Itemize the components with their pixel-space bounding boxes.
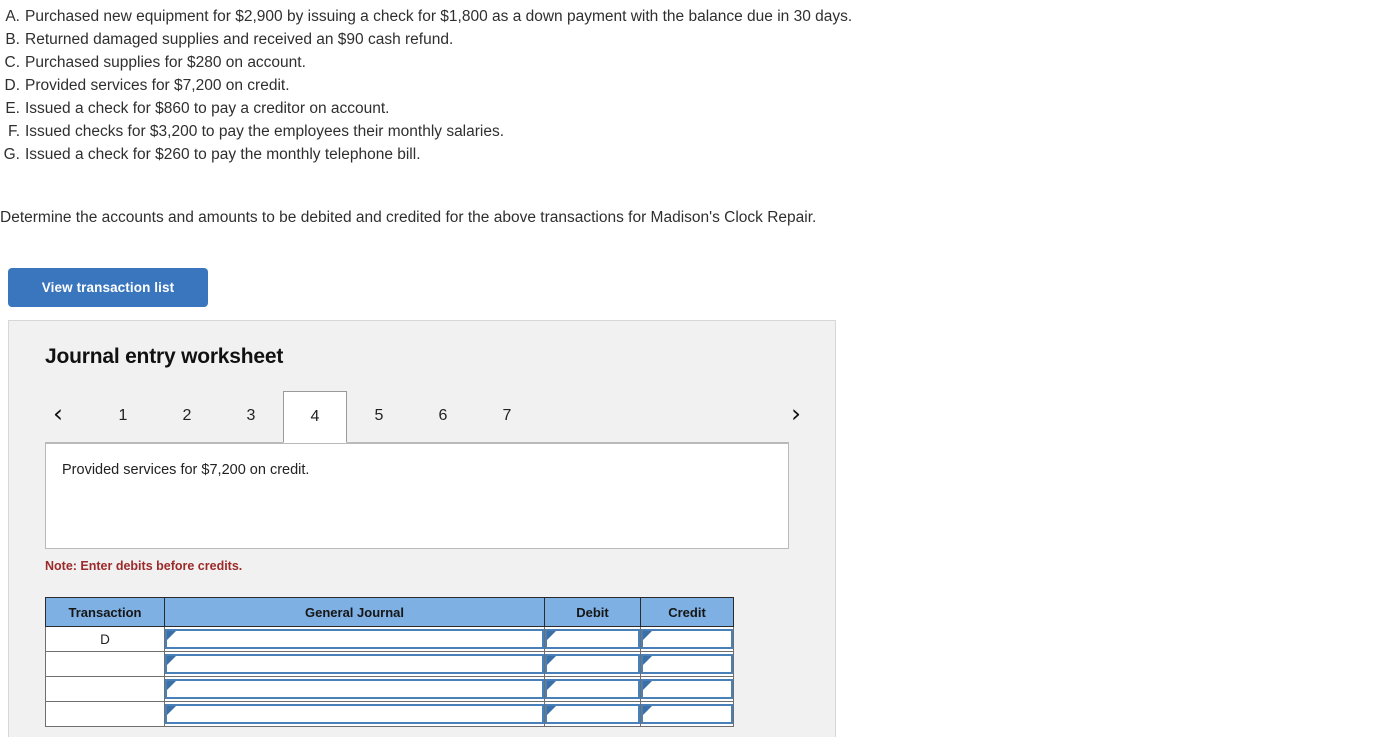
transaction-item: B. Returned damaged supplies and receive… [0,28,1200,51]
cell-debit [544,626,641,652]
dropdown-flag-icon [643,681,652,690]
debits-before-credits-note: Note: Enter debits before credits. [45,559,243,573]
dropdown-flag-icon [167,631,176,640]
credit-input[interactable] [641,679,733,699]
transaction-letter: B. [5,31,20,48]
dropdown-flag-icon [547,681,556,690]
debit-input[interactable] [545,654,640,674]
dropdown-flag-icon [643,656,652,665]
transaction-text: Purchased new equipment for $2,900 by is… [25,8,853,25]
cell-transaction: D [45,626,165,652]
transaction-letter: A. [5,8,20,25]
cell-general-journal [164,651,545,677]
transaction-text: Returned damaged supplies and received a… [25,31,454,48]
transaction-text: Issued a check for $260 to pay the month… [25,146,421,163]
tab-6[interactable]: 6 [411,391,475,443]
dropdown-flag-icon [547,706,556,715]
cell-debit [544,701,641,727]
column-header-general-journal: General Journal [164,597,545,627]
question-prompt: Determine the accounts and amounts to be… [0,209,817,226]
panel-title: Journal entry worksheet [45,345,284,368]
tab-3[interactable]: 3 [219,391,283,443]
credit-input[interactable] [641,704,733,724]
general-journal-dropdown[interactable] [165,629,544,649]
cell-general-journal [164,701,545,727]
journal-entry-worksheet-panel: Journal entry worksheet ‹ 1 2 3 4 5 6 7 … [8,320,836,737]
tab-2[interactable]: 2 [155,391,219,443]
tab-1[interactable]: 1 [91,391,155,443]
dropdown-flag-icon [167,656,176,665]
table-row: D [45,626,734,652]
dropdown-flag-icon [643,631,652,640]
tab-4[interactable]: 4 [283,391,347,443]
debit-input[interactable] [545,629,640,649]
table-row [45,651,734,677]
transaction-list: A. Purchased new equipment for $2,900 by… [0,5,1200,166]
dropdown-flag-icon [547,631,556,640]
transaction-text: Purchased supplies for $280 on account. [25,54,306,71]
cell-transaction [45,701,165,727]
column-header-debit: Debit [544,597,641,627]
chevron-left-icon[interactable]: ‹ [45,397,71,431]
table-row [45,676,734,702]
cell-credit [640,676,734,702]
cell-transaction [45,651,165,677]
transaction-item: F. Issued checks for $3,200 to pay the e… [0,120,1200,143]
credit-input[interactable] [641,629,733,649]
general-journal-dropdown[interactable] [165,704,544,724]
column-header-transaction: Transaction [45,597,165,627]
debit-input[interactable] [545,679,640,699]
transaction-letter: E. [5,100,20,117]
transaction-description-box: Provided services for $7,200 on credit. [45,443,789,549]
transaction-description-text: Provided services for $7,200 on credit. [62,462,310,478]
transaction-item: D. Provided services for $7,200 on credi… [0,74,1200,97]
table-row [45,701,734,727]
transaction-letter: C. [4,54,21,71]
general-journal-dropdown[interactable] [165,654,544,674]
transaction-item: A. Purchased new equipment for $2,900 by… [0,5,1200,28]
transaction-text: Provided services for $7,200 on credit. [25,77,290,94]
cell-debit [544,651,641,677]
transaction-item: G. Issued a check for $260 to pay the mo… [0,143,1200,166]
column-header-credit: Credit [640,597,734,627]
transaction-letter: F. [7,123,20,140]
chevron-right-icon[interactable]: › [783,397,809,431]
cell-transaction [45,676,165,702]
dropdown-flag-icon [643,706,652,715]
cell-debit [544,676,641,702]
cell-credit [640,626,734,652]
journal-entry-table: Transaction General Journal Debit Credit… [45,597,734,727]
credit-input[interactable] [641,654,733,674]
tab-7[interactable]: 7 [475,391,539,443]
transaction-item: C. Purchased supplies for $280 on accoun… [0,51,1200,74]
transaction-text: Issued a check for $860 to pay a credito… [25,100,390,117]
cell-general-journal [164,676,545,702]
general-journal-dropdown[interactable] [165,679,544,699]
tab-5[interactable]: 5 [347,391,411,443]
dropdown-flag-icon [167,681,176,690]
debit-input[interactable] [545,704,640,724]
transaction-letter: D. [4,77,21,94]
cell-credit [640,651,734,677]
worksheet-tabs: ‹ 1 2 3 4 5 6 7 › [45,391,805,443]
dropdown-flag-icon [167,706,176,715]
dropdown-flag-icon [547,656,556,665]
cell-general-journal [164,626,545,652]
transaction-item: E. Issued a check for $860 to pay a cred… [0,97,1200,120]
table-header-row: Transaction General Journal Debit Credit [45,597,734,627]
cell-credit [640,701,734,727]
view-transaction-list-button[interactable]: View transaction list [8,268,208,307]
transaction-text: Issued checks for $3,200 to pay the empl… [25,123,505,140]
transaction-letter: G. [3,146,20,163]
